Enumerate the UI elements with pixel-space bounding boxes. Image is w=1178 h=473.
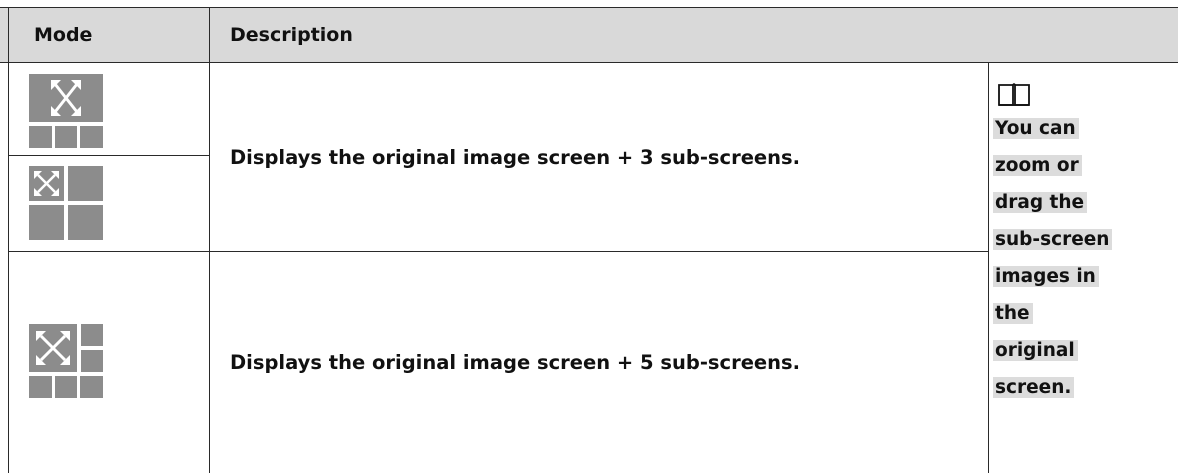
column-divider-description	[209, 7, 210, 473]
row-divider-main	[8, 251, 989, 252]
note-line: You can	[993, 110, 1173, 147]
header-description: Description	[230, 24, 353, 46]
description-row-1: Displays the original image screen + 3 s…	[230, 146, 801, 169]
mode-description-table: Mode Description Displays the original i…	[0, 0, 1178, 473]
book-icon	[998, 83, 1030, 106]
table-header-row: Mode Description	[0, 7, 1178, 63]
note-line: zoom or	[993, 147, 1173, 184]
note-text: You can zoom or drag the sub-screen imag…	[993, 110, 1173, 406]
header-mode: Mode	[34, 24, 93, 46]
note-line: the	[993, 295, 1173, 332]
description-row-2: Displays the original image screen + 5 s…	[230, 351, 801, 374]
mode-1plus3-grid-icon	[29, 166, 103, 240]
note-line: screen.	[993, 369, 1173, 406]
mode-1plus3-icon	[29, 74, 103, 148]
note-line: drag the	[993, 184, 1173, 221]
row-divider-icons	[8, 155, 209, 156]
note-line: images in	[993, 258, 1173, 295]
note-line: sub-screen	[993, 221, 1173, 258]
note-line: original	[993, 332, 1173, 369]
mode-1plus5-icon	[29, 324, 103, 398]
column-divider-mode	[8, 7, 9, 473]
column-divider-note	[988, 62, 989, 473]
